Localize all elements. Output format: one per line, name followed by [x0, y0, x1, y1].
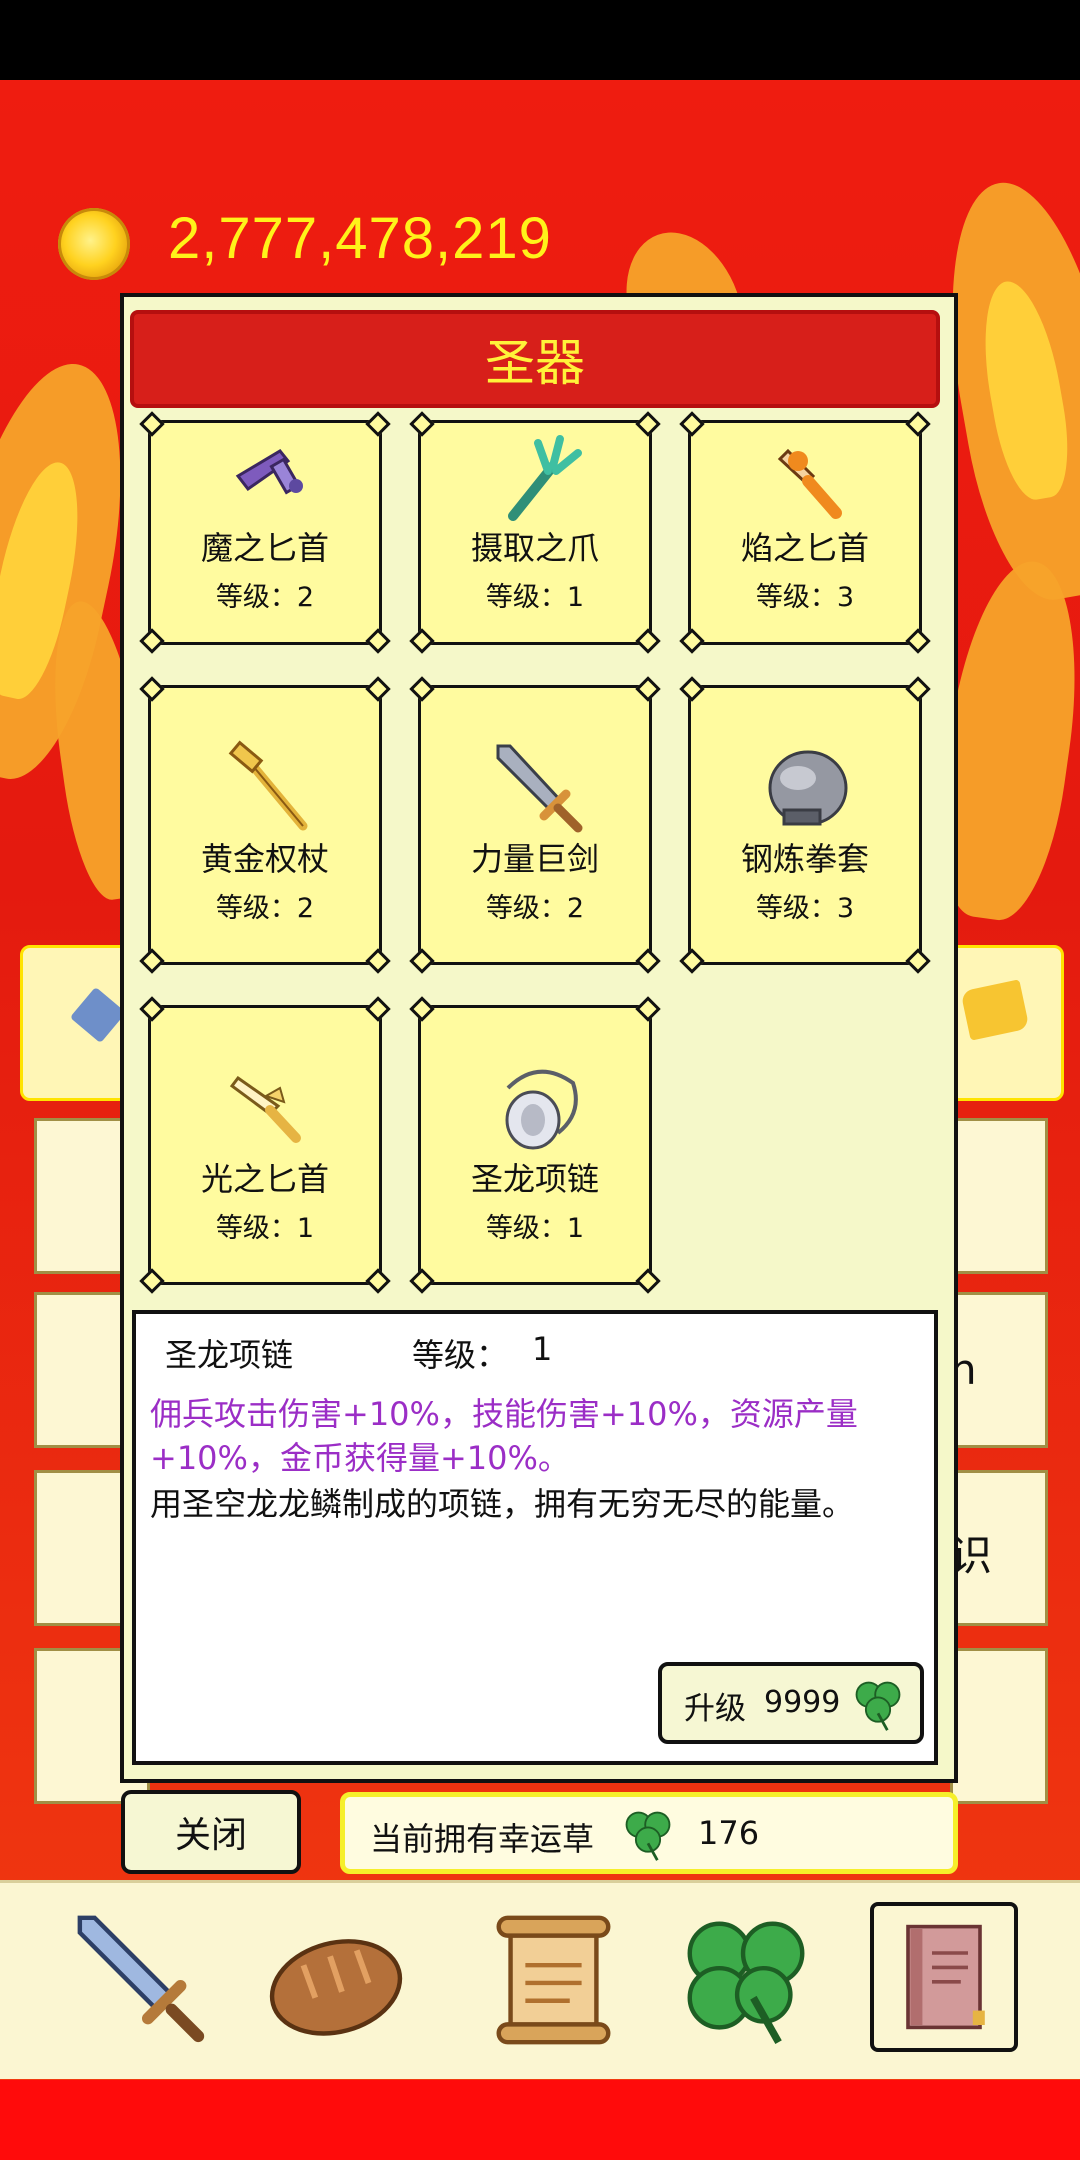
detail-level-value: 1 [532, 1330, 553, 1368]
dialog-title-bar: 圣器 [130, 310, 940, 408]
artifact-card[interactable]: 黄金权杖 等级：2 [139, 676, 391, 974]
dialog-title: 圣器 [485, 334, 585, 392]
artifact-level: 等级：1 [485, 582, 585, 613]
artifact-name: 圣龙项链 [470, 1160, 599, 1198]
claw-icon [508, 435, 582, 521]
detail-level-label: 等级： [412, 1336, 509, 1374]
artifact-name: 力量巨剑 [470, 840, 599, 878]
clover-owned-count: 176 [698, 1814, 760, 1852]
artifact-level: 等级：3 [755, 582, 855, 613]
artifact-card[interactable]: 力量巨剑 等级：2 [409, 676, 661, 974]
bottom-strip [0, 2080, 1080, 2160]
fire-dagger-icon [777, 448, 842, 519]
upgrade-label: 升级 [684, 1691, 746, 1727]
necklace-icon [505, 1069, 578, 1150]
close-button[interactable]: 关闭 [121, 1790, 301, 1874]
clover-owned-label: 当前拥有幸运草 [370, 1820, 595, 1858]
dagger-icon [235, 449, 303, 495]
artifact-name: 焰之匕首 [740, 529, 869, 567]
bread-icon[interactable] [262, 1906, 410, 2054]
book-icon[interactable] [884, 1914, 1004, 2040]
artifact-card[interactable]: 光之匕首 等级：1 [139, 996, 391, 1294]
clover-icon[interactable] [672, 1906, 820, 2054]
coin-count: 2,777,478,219 [168, 206, 552, 271]
light-dagger-icon [229, 1075, 301, 1143]
artifact-name: 摄取之爪 [470, 529, 599, 567]
artifact-name: 光之匕首 [200, 1160, 329, 1198]
artifact-level: 等级：1 [215, 1213, 315, 1244]
artifact-level: 等级：1 [485, 1213, 585, 1244]
detail-effect-text: 佣兵攻击伤害+10%，技能伤害+10%，资源产量+10%，金币获得量+10%。 [150, 1395, 858, 1477]
gauntlet-icon [768, 750, 848, 826]
artifact-card[interactable]: 摄取之爪 等级：1 [409, 411, 661, 654]
artifact-level: 等级：2 [215, 582, 315, 613]
artifact-name: 钢炼拳套 [740, 840, 869, 878]
upgrade-cost: 9999 [764, 1685, 841, 1720]
artifact-card[interactable]: 焰之匕首 等级：3 [679, 411, 931, 654]
background-row-right-4 [950, 1648, 1048, 1804]
artifact-level: 等级：2 [485, 893, 585, 924]
artifact-card[interactable]: 魔之匕首 等级：2 [139, 411, 391, 654]
background-row-right-1 [950, 1118, 1048, 1274]
artifact-level: 等级：2 [215, 893, 315, 924]
scroll-icon[interactable] [478, 1906, 626, 2054]
golden-scepter-icon [228, 740, 308, 831]
detail-artifact-name: 圣龙项链 [165, 1336, 294, 1374]
sword-icon[interactable] [68, 1906, 216, 2054]
artifact-card[interactable]: 钢炼拳套 等级：3 [679, 676, 931, 974]
gold-coin-icon [58, 208, 130, 280]
status-bar [0, 0, 1080, 80]
artifact-card[interactable]: 圣龙项链 等级：1 [409, 996, 661, 1294]
clover-icon [855, 1681, 901, 1731]
detail-description: 用圣空龙龙鳞制成的项链，拥有无穷无尽的能量。 [150, 1485, 855, 1523]
artifact-level: 等级：3 [755, 893, 855, 924]
artifact-name: 黄金权杖 [200, 840, 329, 878]
clover-icon [625, 1811, 671, 1861]
greatsword-icon [496, 744, 583, 833]
artifact-name: 魔之匕首 [200, 529, 329, 567]
